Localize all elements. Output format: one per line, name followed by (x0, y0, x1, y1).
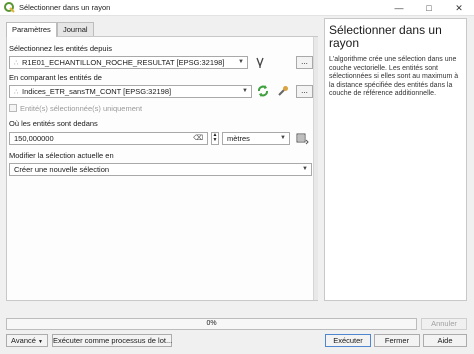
tab-parameters[interactable]: Paramètres (6, 22, 57, 37)
input-layer-combo[interactable]: ∴ R1E01_ECHANTILLON_ROCHE_RESULTAT [EPSG:… (9, 56, 248, 69)
modify-label: Modifier la sélection actuelle en (9, 151, 114, 160)
iterate-icon[interactable] (254, 55, 266, 69)
modify-combo[interactable]: Créer une nouvelle sélection ▼ (9, 163, 312, 176)
run-button[interactable]: Exécuter (325, 334, 371, 347)
help-title: Sélectionner dans un rayon (329, 23, 442, 50)
minimize-icon[interactable]: — (388, 0, 410, 16)
help-text: L'algorithme crée une sélection dans une… (329, 56, 459, 97)
help-panel: Sélectionner dans un rayon L'algorithme … (324, 18, 467, 301)
chevron-down-icon: ▼ (280, 135, 286, 141)
distance-stepper[interactable]: ▲ ▼ (211, 132, 219, 145)
advanced-label: Avancé (11, 336, 36, 345)
close-button[interactable]: Fermer (374, 334, 420, 347)
progress-bar: 0% (6, 318, 417, 330)
maximize-icon[interactable]: □ (418, 0, 440, 16)
compare-layer-value: Indices_ETR_sansTM_CONT [EPSG:32198] (22, 87, 172, 96)
compare-layer-combo[interactable]: ∴ Indices_ETR_sansTM_CONT [EPSG:32198] ▼ (9, 85, 252, 98)
input-layer-value: R1E01_ECHANTILLON_ROCHE_RESULTAT [EPSG:3… (22, 58, 225, 67)
input-layer-label: Sélectionnez les entités depuis (9, 44, 112, 53)
qgis-logo-icon (4, 2, 15, 13)
selected-only-label: Entité(s) sélectionnée(s) uniquement (20, 104, 143, 113)
unit-combo[interactable]: mètres ▼ (222, 132, 290, 145)
unit-value: mètres (227, 134, 250, 143)
panel-scrollbar[interactable] (313, 37, 318, 300)
close-icon[interactable]: ✕ (448, 0, 470, 16)
modify-value: Créer une nouvelle sélection (14, 165, 110, 174)
distance-label: Où les entités sont dedans (9, 119, 98, 128)
input-layer-browse-button[interactable]: ... (296, 56, 313, 69)
advanced-button[interactable]: Avancé ▼ (6, 334, 48, 347)
help-button[interactable]: Aide (423, 334, 467, 347)
chevron-down-icon: ▼ (38, 339, 43, 345)
distance-value: 150,000000 (14, 134, 54, 143)
selected-only-checkbox[interactable] (9, 104, 17, 112)
clear-icon[interactable]: ⌫ (193, 133, 203, 144)
point-layer-icon: ∴ (14, 60, 19, 67)
chevron-down-icon: ▼ (242, 88, 248, 94)
compare-layer-browse-button[interactable]: ... (296, 85, 313, 98)
batch-process-button[interactable]: Exécuter comme processus de lot... (52, 334, 172, 347)
compare-layer-label: En comparant les entités de (9, 73, 102, 82)
cancel-button[interactable]: Annuler (421, 318, 467, 330)
title-bar: Sélectionner dans un rayon — □ ✕ (0, 0, 474, 16)
chevron-down-icon: ▼ (302, 166, 308, 172)
wrench-icon[interactable] (276, 84, 290, 98)
tab-log[interactable]: Journal (57, 22, 94, 36)
window-title: Sélectionner dans un rayon (19, 3, 111, 12)
chevron-down-icon: ▼ (238, 59, 244, 65)
data-defined-override-icon[interactable] (295, 131, 309, 145)
distance-input[interactable]: 150,000000 ⌫ (9, 132, 208, 145)
point-layer-icon: ∴ (14, 89, 19, 96)
refresh-icon[interactable] (256, 84, 270, 98)
